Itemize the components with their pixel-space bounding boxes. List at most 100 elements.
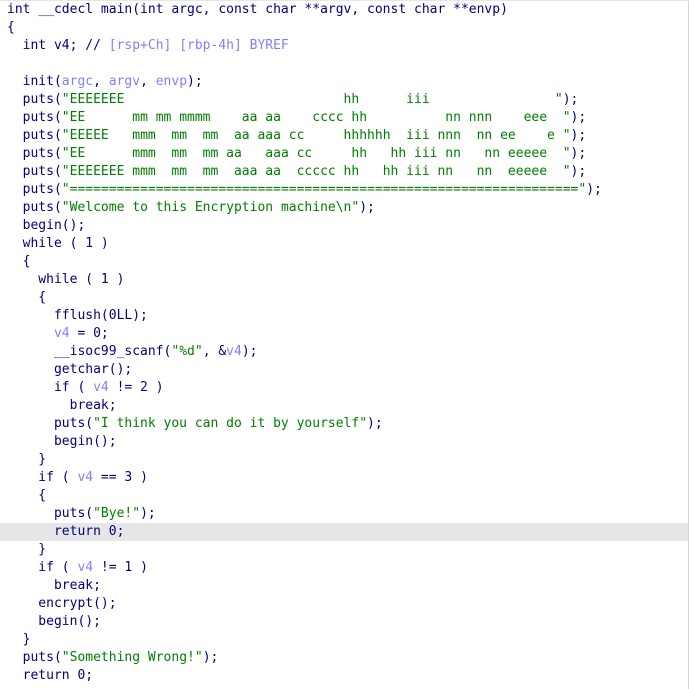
code-token: != 2 ) — [108, 380, 164, 395]
code-line[interactable]: if ( v4 != 2 ) — [0, 379, 689, 397]
code-token: ); — [241, 344, 258, 359]
code-token: ); — [367, 416, 383, 431]
code-line[interactable]: v4 = 0; — [0, 325, 689, 343]
code-token: if ( — [7, 380, 94, 395]
code-token: return 0; — [7, 524, 125, 539]
code-token: , — [140, 74, 156, 89]
code-token: break; — [7, 398, 117, 413]
code-line[interactable]: __isoc99_scanf("%d", &v4); — [0, 343, 689, 361]
code-line[interactable] — [0, 55, 689, 73]
code-token: == 3 ) — [93, 470, 148, 485]
string-literal: "EEEEEEE mmm mm mm aaa aa ccccc hh hh ii… — [61, 164, 571, 179]
code-token: return 0; — [7, 668, 94, 683]
code-token: init( — [7, 74, 62, 89]
code-token: while ( 1 ) — [7, 236, 109, 251]
variable-token: argv — [108, 74, 141, 89]
code-line[interactable]: puts("Welcome to this Encryption machine… — [0, 199, 689, 217]
string-literal: "Something Wrong!" — [61, 650, 203, 665]
variable-token: v4 — [93, 380, 109, 395]
code-line[interactable]: while ( 1 ) — [0, 271, 689, 289]
code-token: __isoc99_scanf( — [7, 344, 172, 359]
code-line[interactable]: } — [0, 541, 689, 559]
code-token: puts( — [7, 200, 62, 215]
code-line[interactable]: { — [0, 289, 689, 307]
code-line[interactable]: { — [0, 19, 689, 37]
code-line[interactable]: init(argc, argv, envp); — [0, 73, 689, 91]
code-line[interactable]: puts("EE mmm mm mm aa aaa cc hh hh iii n… — [0, 145, 689, 163]
code-token: != 1 ) — [93, 560, 148, 575]
code-line[interactable]: break; — [0, 397, 689, 415]
code-token: puts( — [7, 416, 94, 431]
code-line-current[interactable]: return 0; — [0, 523, 689, 541]
code-line[interactable]: fflush(0LL); — [0, 307, 689, 325]
code-token: puts( — [7, 506, 94, 521]
code-line[interactable]: return 0; — [0, 667, 689, 685]
code-token: puts( — [7, 92, 62, 107]
code-token: { — [7, 20, 15, 35]
code-token: begin(); — [7, 434, 117, 449]
code-token: ); — [570, 128, 587, 143]
code-line[interactable]: if ( v4 != 1 ) — [0, 559, 689, 577]
code-comment: [rsp+Ch] [rbp-4h] BYREF — [108, 38, 289, 53]
code-token: while ( 1 ) — [7, 272, 125, 287]
code-token: fflush(0LL); — [7, 308, 148, 323]
code-line[interactable]: break; — [0, 577, 689, 595]
code-line[interactable]: { — [0, 487, 689, 505]
code-line[interactable]: puts("EEEEE mmm mm mm aa aaa cc hhhhhh i… — [0, 127, 689, 145]
string-literal: "EEEEE mmm mm mm aa aaa cc hhhhhh iii nn… — [61, 128, 571, 143]
code-line[interactable]: if ( v4 == 3 ) — [0, 469, 689, 487]
code-token: , & — [202, 344, 227, 359]
code-line[interactable]: puts("EEEEEEE mmm mm mm aaa aa ccccc hh … — [0, 163, 689, 181]
code-line[interactable]: puts("Something Wrong!"); — [0, 649, 689, 667]
code-token: ); — [562, 92, 579, 107]
code-line[interactable]: encrypt(); — [0, 595, 689, 613]
code-token: puts( — [7, 110, 62, 125]
code-line[interactable]: begin(); — [0, 433, 689, 451]
code-token: } — [7, 452, 47, 467]
string-literal: "%d" — [171, 344, 203, 359]
code-token: ); — [570, 164, 587, 179]
code-line[interactable]: int __cdecl main(int argc, const char **… — [0, 1, 689, 19]
code-line[interactable]: puts("EEEEEEE hh iii "); — [0, 91, 689, 109]
code-token: } — [7, 632, 31, 647]
code-line[interactable]: puts("Bye!"); — [0, 505, 689, 523]
code-token: ); — [570, 146, 587, 161]
code-token: ); — [359, 200, 375, 215]
code-listing[interactable]: int __cdecl main(int argc, const char **… — [0, 1, 689, 685]
pseudocode-view[interactable]: int __cdecl main(int argc, const char **… — [0, 0, 689, 689]
code-token: { — [7, 254, 31, 269]
variable-token: v4 — [53, 326, 70, 341]
code-token: int __cdecl main(int argc, const char **… — [7, 2, 508, 17]
code-token: ); — [187, 74, 203, 89]
string-literal: "I think you can do it by yourself" — [93, 416, 368, 431]
code-line[interactable]: int v4; // [rsp+Ch] [rbp-4h] BYREF — [0, 37, 689, 55]
code-line[interactable]: begin(); — [0, 613, 689, 631]
code-token: if ( — [7, 470, 78, 485]
code-line[interactable]: } — [0, 631, 689, 649]
string-literal: "EE mmm mm mm aa aaa cc hh hh iii nn nn … — [61, 146, 571, 161]
code-token: ); — [570, 110, 587, 125]
code-line[interactable]: begin(); — [0, 217, 689, 235]
variable-token: envp — [155, 74, 188, 89]
code-line[interactable]: } — [0, 451, 689, 469]
variable-token: v4 — [77, 470, 94, 485]
code-line[interactable]: puts("I think you can do it by yourself"… — [0, 415, 689, 433]
code-line[interactable]: while ( 1 ) — [0, 235, 689, 253]
code-token: puts( — [7, 650, 62, 665]
code-token: puts( — [7, 182, 62, 197]
variable-token: v4 — [226, 344, 242, 359]
code-line[interactable]: getchar(); — [0, 361, 689, 379]
code-token: , — [93, 74, 109, 89]
code-line[interactable]: puts("==================================… — [0, 181, 689, 199]
string-literal: "EEEEEEE hh iii " — [61, 92, 563, 107]
code-line[interactable]: { — [0, 253, 689, 271]
string-literal: "=======================================… — [61, 182, 587, 197]
code-token: { — [7, 488, 47, 503]
code-token: } — [7, 542, 47, 557]
code-token: puts( — [7, 164, 62, 179]
string-literal: "Welcome to this Encryption machine\n" — [61, 200, 360, 215]
code-line[interactable]: puts("EE mm mm mmmm aa aa cccc hh nn nnn… — [0, 109, 689, 127]
code-token: encrypt(); — [7, 596, 117, 611]
code-token: ); — [140, 506, 156, 521]
